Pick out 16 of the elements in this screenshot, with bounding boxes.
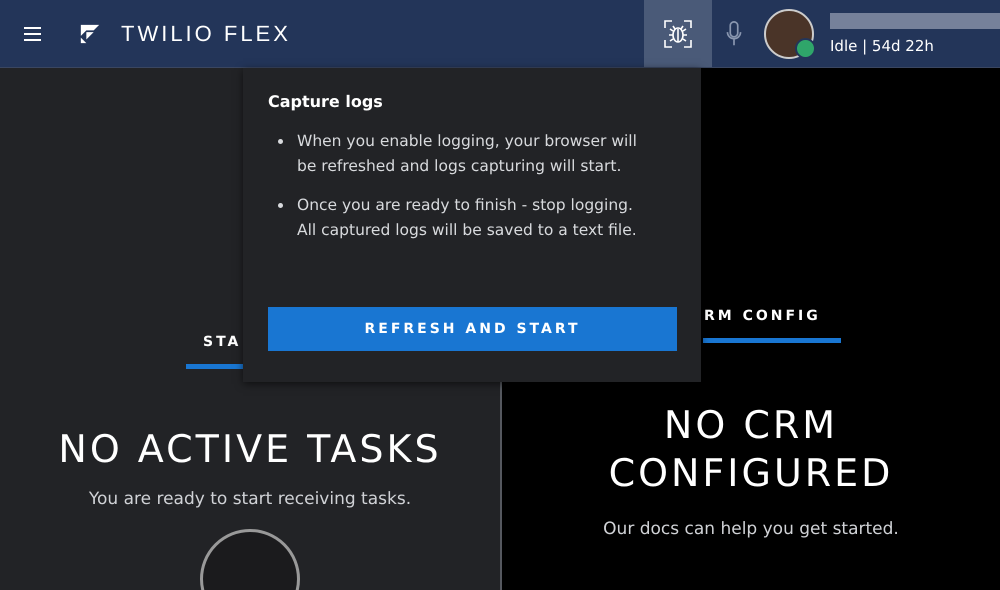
- microphone-icon[interactable]: [724, 20, 744, 48]
- refresh-and-start-button[interactable]: REFRESH AND START: [268, 307, 677, 351]
- empty-title: NO CRM CONFIGURED: [608, 402, 894, 497]
- menu-icon[interactable]: [24, 26, 41, 42]
- bullet-item: Once you are ready to finish - stop logging. All captured logs will be saved to a text file.: [278, 193, 648, 243]
- empty-title: NO ACTIVE TASKS: [58, 427, 442, 471]
- bug-icon: [663, 18, 693, 48]
- bullet-item: When you enable logging, your browser will be refreshed and logs capturing will start.: [278, 129, 648, 179]
- avatar[interactable]: [764, 8, 814, 58]
- popover-title: Capture logs: [268, 92, 384, 111]
- user-status: Idle | 54d 22h: [830, 36, 935, 54]
- empty-message: You are ready to start receiving tasks.: [88, 489, 412, 509]
- empty-message: Our docs can help you get started.: [603, 519, 899, 539]
- logo-icon: [79, 22, 101, 44]
- bug-button[interactable]: [644, 0, 712, 67]
- brand-name: TWILIO FLEX: [121, 20, 291, 46]
